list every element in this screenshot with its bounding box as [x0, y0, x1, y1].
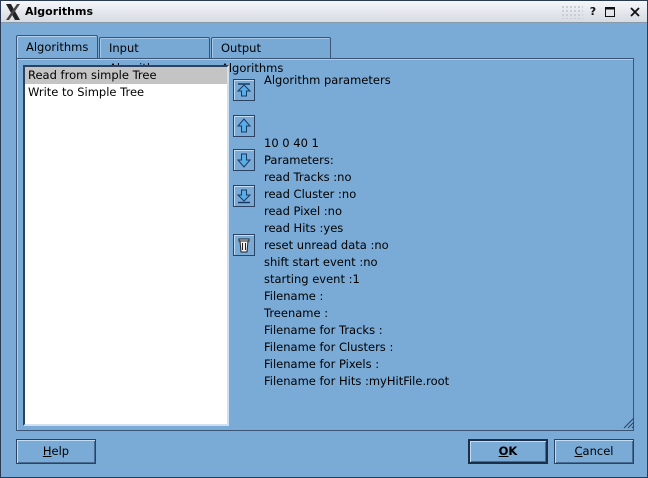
algorithm-list[interactable]: Read from simple Tree Write to Simple Tr… — [23, 65, 229, 426]
move-top-icon — [236, 83, 252, 97]
parameter-line: read Tracks :no — [264, 170, 352, 184]
title-bar: Algorithms ? — [1, 1, 647, 23]
move-up-button[interactable] — [233, 115, 255, 137]
ok-button-label: K — [508, 444, 518, 458]
help-button-label: elp — [51, 444, 70, 458]
ok-button-mnemonic: O — [498, 444, 509, 458]
parameter-line: Filename for Clusters : — [264, 340, 394, 354]
trash-icon — [238, 238, 250, 253]
tab-input-algorithms[interactable]: Input Algorithms — [99, 37, 210, 75]
move-down-icon — [236, 153, 252, 168]
parameters-title: Algorithm parameters — [264, 73, 391, 87]
move-top-button[interactable] — [233, 79, 255, 101]
cancel-button[interactable]: Cancel — [554, 439, 634, 464]
cancel-button-mnemonic: C — [574, 444, 583, 458]
parameter-line: Filename for Tracks : — [264, 323, 383, 337]
x-logo-icon — [6, 4, 20, 20]
parameter-line: Parameters: — [264, 153, 334, 167]
parameter-line: starting event :1 — [264, 272, 360, 286]
tab-output-algorithms[interactable]: Output Algorithms — [211, 37, 331, 75]
close-icon[interactable] — [627, 4, 643, 20]
parameter-line: reset unread data :no — [264, 238, 389, 252]
maximize-icon[interactable] — [602, 4, 618, 20]
context-help-button[interactable]: ? — [585, 4, 601, 20]
parameter-line: Filename for Pixels : — [264, 357, 380, 371]
resize-grip-icon[interactable] — [623, 417, 635, 429]
parameter-line: read Hits :yes — [264, 221, 344, 235]
parameter-line: Filename for Hits :myHitFile.root — [264, 374, 450, 388]
window-title: Algorithms — [25, 5, 94, 18]
parameter-line: 10 0 40 1 — [264, 136, 319, 150]
parameter-line: read Cluster :no — [264, 187, 357, 201]
parameter-line: Filename : — [264, 289, 324, 303]
help-button-mnemonic: H — [42, 444, 52, 458]
parameter-line: Treename : — [264, 306, 329, 320]
tab-algorithms[interactable]: Algorithms — [16, 35, 98, 59]
move-down-button[interactable] — [233, 149, 255, 171]
move-up-icon — [236, 118, 252, 133]
list-item[interactable]: Write to Simple Tree — [25, 84, 227, 101]
parameter-line: shift start event :no — [264, 255, 378, 269]
delete-button[interactable] — [233, 234, 255, 256]
list-item[interactable]: Read from simple Tree — [25, 67, 227, 84]
algorithms-window: Algorithms ? Algorithms Input Algorithms… — [0, 0, 648, 478]
cancel-button-label: ancel — [582, 444, 614, 458]
move-bottom-button[interactable] — [233, 185, 255, 207]
help-button[interactable]: Help — [16, 439, 96, 464]
move-bottom-icon — [236, 189, 252, 204]
ok-button[interactable]: OK — [468, 439, 548, 464]
parameter-line: read Pixel :no — [264, 204, 343, 218]
title-bar-grip — [561, 5, 583, 19]
